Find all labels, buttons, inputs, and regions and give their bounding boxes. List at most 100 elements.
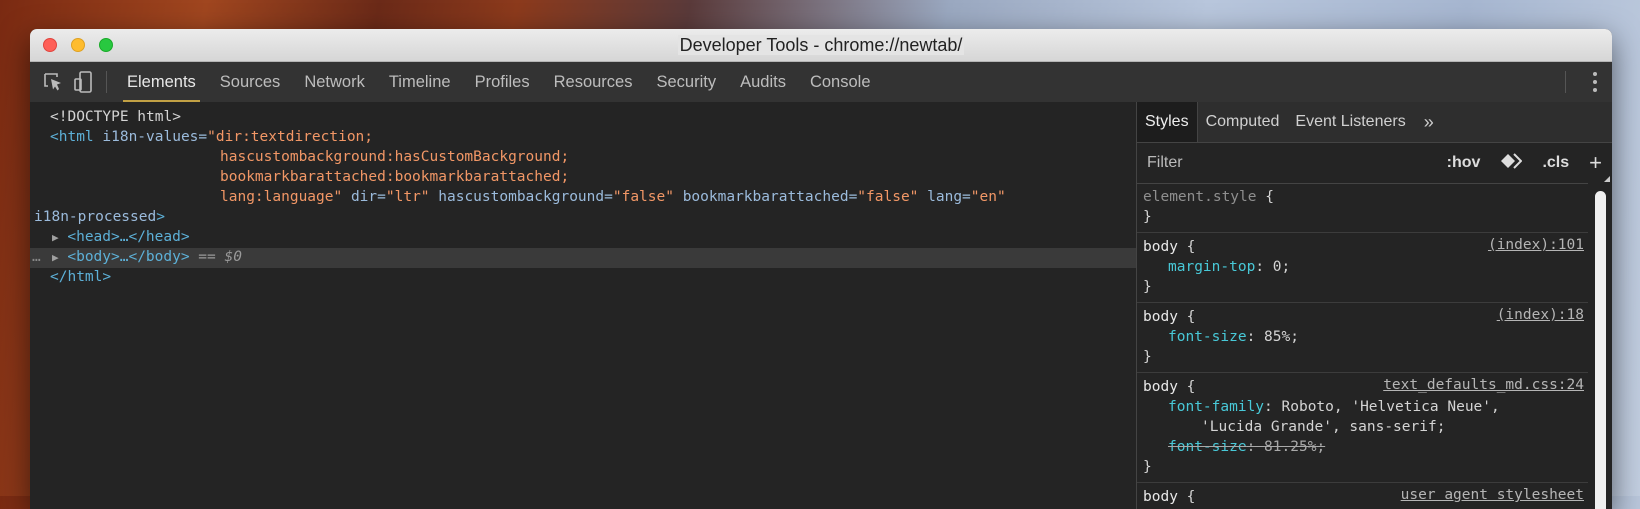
property-value[interactable]: Roboto, 'Helvetica Neue', (1282, 399, 1500, 415)
property-value[interactable]: 'Lucida Grande', sans-serif (1201, 419, 1437, 435)
html-close-node[interactable]: </html> (30, 268, 1136, 288)
tab-console[interactable]: Console (798, 62, 883, 102)
close-brace: } (1143, 209, 1152, 225)
tab-computed[interactable]: Computed (1198, 102, 1288, 142)
attr-name: hascustombackground= (429, 189, 613, 205)
tab-timeline[interactable]: Timeline (377, 62, 463, 102)
tab-elements[interactable]: Elements (115, 62, 208, 102)
style-rule[interactable]: text_defaults_md.css:24 body { font-fami… (1137, 373, 1588, 483)
styles-sidebar: Styles Computed Event Listeners » Filter… (1137, 102, 1612, 509)
close-brace: } (1143, 349, 1152, 365)
property-name[interactable]: font-family (1168, 399, 1264, 415)
tab-event-listeners[interactable]: Event Listeners (1287, 102, 1413, 142)
css-property-continuation[interactable]: 'Lucida Grande', sans-serif; (1143, 417, 1582, 437)
elements-tree: <!DOCTYPE html> <html i18n-values="dir:t… (30, 102, 1136, 509)
attr-continuation: i18n-processed> (30, 208, 1136, 228)
node-actions-dots[interactable]: … (32, 248, 41, 268)
rule-source-link[interactable]: text_defaults_md.css:24 (1383, 377, 1584, 393)
title-bar: Developer Tools - chrome://newtab/ (30, 29, 1612, 62)
attr-value[interactable]: "false" (613, 189, 674, 205)
rendering-icon[interactable] (1500, 152, 1523, 174)
attr-value[interactable]: "ltr" (386, 189, 430, 205)
expand-triangle-icon[interactable]: ▶ (52, 231, 59, 244)
scrollbar-thumb[interactable] (1595, 191, 1606, 509)
attr-value[interactable]: "en" (971, 189, 1006, 205)
more-tabs-icon[interactable]: » (1414, 102, 1444, 142)
toolbar-separator (106, 71, 107, 93)
expand-triangle-icon[interactable]: ▶ (52, 251, 59, 264)
devtools-main: <!DOCTYPE html> <html i18n-values="dir:t… (30, 102, 1612, 509)
attr-name: bookmarkbarattached= (673, 189, 858, 205)
window-title: Developer Tools - chrome://newtab/ (30, 29, 1612, 61)
attr-value[interactable]: "dir:textdirection; (207, 129, 373, 145)
style-rule[interactable]: user agent stylesheet body { (1137, 483, 1588, 509)
doctype-node[interactable]: <!DOCTYPE html> (30, 108, 1136, 128)
property-value[interactable]: 0 (1273, 259, 1282, 275)
html-node[interactable]: <html i18n-values="dir:textdirection; (30, 128, 1136, 148)
attr-name: i18n-values= (93, 129, 208, 145)
property-name[interactable]: font-size (1168, 329, 1247, 345)
rule-selector[interactable]: body (1143, 309, 1178, 325)
corner-indicator (1604, 176, 1610, 182)
attr-value[interactable]: "false" (857, 189, 918, 205)
close-brace: } (1143, 279, 1152, 295)
hover-state-toggle[interactable]: :hov (1447, 154, 1481, 172)
property-value[interactable]: 81.25% (1264, 439, 1316, 455)
new-style-rule-button[interactable]: + (1589, 150, 1602, 176)
rule-source-link[interactable]: (index):18 (1497, 307, 1584, 323)
body-tag: <body>…</body> (67, 249, 190, 265)
css-property[interactable]: font-size: 85%; (1143, 327, 1582, 347)
attr-name: i18n-processed (34, 209, 157, 225)
attr-value[interactable]: lang:language" (220, 189, 342, 205)
sidebar-tabs: Styles Computed Event Listeners » (1137, 102, 1612, 143)
console-ref: $0 (224, 249, 242, 265)
tab-profiles[interactable]: Profiles (463, 62, 542, 102)
style-rule[interactable]: (index):101 body { margin-top: 0; } (1137, 233, 1588, 303)
devtools-window: Developer Tools - chrome://newtab/ Eleme… (30, 29, 1612, 509)
style-rule[interactable]: (index):18 body { font-size: 85%; } (1137, 303, 1588, 373)
toolbar-separator (1565, 71, 1566, 93)
rule-selector[interactable]: body (1143, 379, 1178, 395)
rule-source-link[interactable]: (index):101 (1488, 237, 1584, 253)
tab-styles[interactable]: Styles (1137, 102, 1198, 142)
tab-security[interactable]: Security (644, 62, 728, 102)
open-brace: { (1177, 379, 1196, 395)
open-brace: { (1177, 239, 1196, 255)
rule-selector[interactable]: body (1143, 239, 1178, 255)
rule-source-link[interactable]: user agent stylesheet (1401, 487, 1584, 503)
window-title-text: Developer Tools - chrome://newtab/ (677, 35, 965, 55)
rule-selector[interactable]: element.style (1143, 189, 1257, 205)
property-value[interactable]: 85% (1264, 329, 1290, 345)
attr-name: lang= (918, 189, 971, 205)
inspect-element-icon[interactable] (38, 62, 68, 102)
device-mode-icon[interactable] (68, 62, 98, 102)
open-brace: { (1177, 309, 1196, 325)
css-property[interactable]: margin-top: 0; (1143, 257, 1582, 277)
style-rules: element.style { } (index):101 body { mar… (1137, 183, 1588, 509)
css-property-overridden[interactable]: font-size: 81.25%; (1143, 437, 1582, 457)
attr-name: dir= (342, 189, 386, 205)
tab-audits[interactable]: Audits (728, 62, 798, 102)
attr-continuation: lang:language" dir="ltr" hascustombackgr… (30, 188, 1136, 208)
tab-sources[interactable]: Sources (208, 62, 293, 102)
styles-scrollbar[interactable] (1588, 183, 1612, 509)
class-toggle[interactable]: .cls (1542, 154, 1569, 172)
property-name[interactable]: font-size (1168, 439, 1247, 455)
tab-resources[interactable]: Resources (542, 62, 645, 102)
style-rule[interactable]: element.style { } (1137, 183, 1588, 233)
html-close-tag: </html> (50, 269, 112, 285)
body-node-selected[interactable]: … ▶ <body>…</body> == $0 (30, 248, 1136, 268)
css-property[interactable]: font-family: Roboto, 'Helvetica Neue', (1143, 397, 1582, 417)
attr-value[interactable]: hascustombackground:hasCustomBackground; (220, 149, 569, 165)
tab-network[interactable]: Network (292, 62, 377, 102)
attr-continuation: bookmarkbarattached:bookmarkbarattached; (30, 168, 1136, 188)
customize-menu-icon[interactable] (1592, 72, 1598, 96)
filter-input[interactable]: Filter (1147, 154, 1183, 172)
main-toolbar: Elements Sources Network Timeline Profil… (30, 62, 1612, 103)
close-brace: } (1143, 459, 1152, 475)
open-brace: { (1256, 189, 1274, 205)
head-node[interactable]: ▶ <head>…</head> (30, 228, 1136, 248)
rule-selector[interactable]: body (1143, 489, 1178, 505)
attr-value[interactable]: bookmarkbarattached:bookmarkbarattached; (220, 169, 569, 185)
property-name[interactable]: margin-top (1168, 259, 1255, 275)
